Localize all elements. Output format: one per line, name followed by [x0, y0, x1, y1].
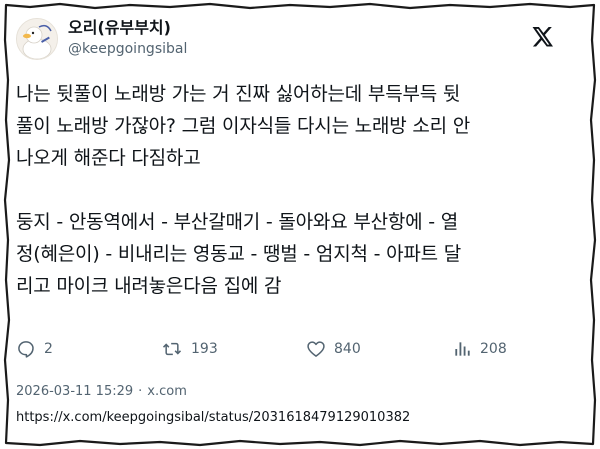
author-handle[interactable]: @keepgoingsibal — [68, 40, 187, 58]
source-domain[interactable]: x.com — [147, 384, 187, 399]
reply-button[interactable]: 2 — [16, 337, 53, 361]
tweet-body-text: 나는 뒷풀이 노래방 가는 거 진짜 싫어하는데 부득부득 뒷 풀이 노래방 가… — [16, 83, 471, 297]
like-button[interactable]: 840 — [306, 337, 361, 361]
avatar[interactable] — [16, 18, 58, 60]
views-button[interactable]: 208 — [452, 337, 507, 361]
separator-dot: · — [138, 384, 143, 399]
tweet-header: 오리(유부부치) @keepgoingsibal — [16, 18, 556, 66]
view-count: 208 — [480, 341, 507, 357]
like-count: 840 — [334, 341, 361, 357]
duck-avatar-icon — [17, 19, 57, 59]
reply-count: 2 — [44, 341, 53, 357]
reply-icon — [18, 341, 34, 358]
timestamp[interactable]: 2026-03-11 15:29 — [16, 384, 133, 399]
tweet-actions-bar: 2 193 840 208 — [16, 337, 556, 361]
retweet-button[interactable]: 193 — [161, 337, 218, 361]
status-url[interactable]: https://x.com/keepgoingsibal/status/2031… — [16, 409, 410, 427]
x-logo-icon[interactable] — [530, 24, 556, 50]
heart-icon — [307, 341, 325, 357]
retweet-icon — [162, 342, 182, 356]
author-display-name[interactable]: 오리(유부부치) — [68, 18, 171, 38]
retweet-count: 193 — [191, 341, 218, 357]
views-chart-icon — [455, 342, 470, 356]
tweet-meta: 2026-03-11 15:29 · x.com — [16, 383, 187, 401]
